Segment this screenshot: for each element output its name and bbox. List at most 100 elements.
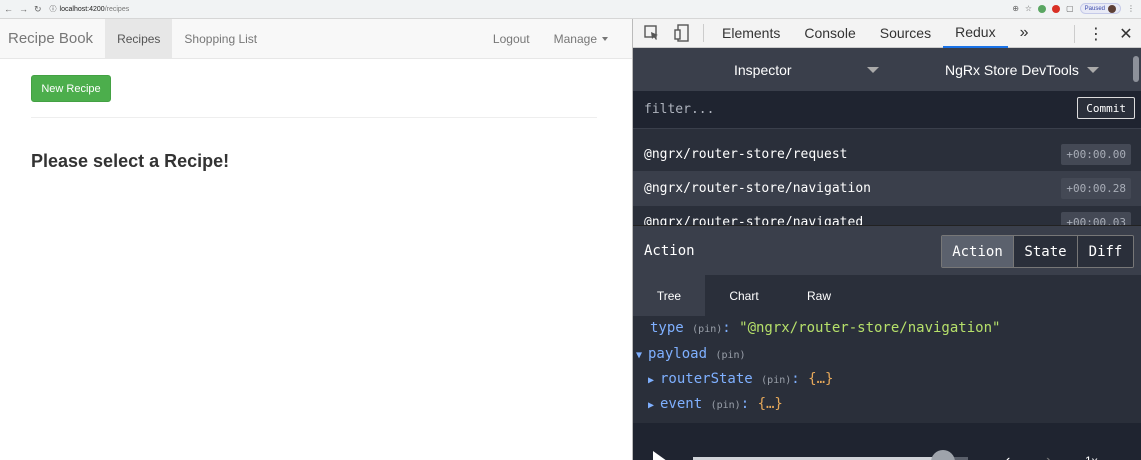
pin-label[interactable]: (pin): [761, 375, 791, 386]
collapsed-arrow-icon[interactable]: ▶: [648, 400, 660, 411]
browser-right-controls: ⊕ ☆ ▢ Paused ⋮: [1012, 3, 1135, 14]
tree-key: payload: [648, 346, 708, 362]
kebab-menu-icon[interactable]: ⋮: [1081, 24, 1111, 44]
divider: [31, 117, 597, 118]
extension-icon[interactable]: [1038, 4, 1047, 13]
tab-redux[interactable]: Redux: [943, 19, 1008, 48]
step-back-icon[interactable]: ‹: [1005, 452, 1010, 460]
colon: :: [791, 371, 800, 387]
browser-toolbar: ← → ↻ ⓘ localhost:4200/recipes ⊕ ☆ ▢ Pau…: [0, 0, 1141, 19]
view-tabs: Tree Chart Raw: [633, 275, 1141, 316]
more-tabs-icon[interactable]: »: [1008, 19, 1041, 48]
action-time-badge: +00:00.28: [1061, 178, 1131, 199]
filter-row: filter... Commit: [633, 91, 1141, 129]
url-host: localhost:4200: [59, 5, 105, 13]
tree-row-event[interactable]: ▶ event (pin): {…}: [648, 396, 783, 412]
detail-mode-switch: Action State Diff: [941, 235, 1134, 268]
expanded-arrow-icon[interactable]: ▼: [636, 350, 648, 361]
mode-state-button[interactable]: State: [1014, 236, 1078, 267]
mode-diff-button[interactable]: Diff: [1078, 236, 1133, 267]
caret-down-icon: [602, 36, 608, 41]
tree-value-object: {…}: [808, 371, 834, 387]
extension-placeholder-icon[interactable]: ▢: [1066, 4, 1074, 13]
tab-elements[interactable]: Elements: [710, 19, 792, 48]
devtools-panel: Elements Console Sources Redux » ⋮ ✕ Ins…: [632, 19, 1141, 460]
tree-key: routerState: [660, 371, 753, 387]
device-toolbar-icon[interactable]: [667, 24, 697, 42]
tab-console[interactable]: Console: [792, 19, 867, 48]
status-label: Paused: [1084, 5, 1105, 12]
inspect-element-icon[interactable]: [637, 25, 667, 41]
tree-row-payload[interactable]: ▼ payload (pin): [636, 346, 746, 362]
manage-label: Manage: [553, 31, 597, 46]
play-icon[interactable]: [653, 451, 667, 460]
scrollbar[interactable]: [1133, 56, 1139, 82]
action-item[interactable]: @ngrx/router-store/request +00:00.00: [633, 138, 1141, 172]
brand-link[interactable]: Recipe Book: [0, 19, 105, 58]
action-item-selected[interactable]: @ngrx/router-store/navigation +00:00.28: [633, 172, 1141, 206]
step-forward-icon[interactable]: ›: [1046, 452, 1051, 460]
action-name: @ngrx/router-store/request: [644, 147, 848, 162]
toolbar-separator: [1074, 24, 1075, 43]
action-list: @ngrx/router-store/request +00:00.00 @ng…: [633, 129, 1141, 225]
app-page: Recipe Book Recipes Shopping List Logout…: [0, 19, 632, 460]
speed-select-icon[interactable]: 1x: [1085, 454, 1098, 460]
slider-knob[interactable]: [931, 450, 956, 460]
forward-icon[interactable]: →: [19, 4, 28, 15]
tab-tree[interactable]: Tree: [633, 275, 705, 316]
action-time-badge: +00:00.03: [1061, 212, 1131, 225]
tab-sources[interactable]: Sources: [868, 19, 943, 48]
action-item[interactable]: @ngrx/router-store/navigated +00:00.03: [633, 206, 1141, 225]
opera-icon[interactable]: [1052, 4, 1061, 13]
navbar: Recipe Book Recipes Shopping List Logout…: [0, 19, 632, 59]
collapsed-arrow-icon[interactable]: ▶: [648, 375, 660, 386]
pin-label[interactable]: (pin): [711, 400, 741, 411]
inspector-select[interactable]: Inspector: [734, 62, 792, 78]
info-icon: ⓘ: [49, 6, 57, 13]
action-name: @ngrx/router-store/navigated: [644, 215, 864, 225]
action-tree: type (pin): "@ngrx/router-store/navigati…: [633, 317, 1141, 423]
tree-value-string: "@ngrx/router-store/navigation": [739, 320, 1001, 336]
tab-chart[interactable]: Chart: [705, 275, 783, 316]
tree-key: event: [660, 396, 703, 412]
nav-recipes[interactable]: Recipes: [105, 19, 173, 58]
pin-label[interactable]: (pin): [692, 324, 722, 335]
zoom-icon[interactable]: ⊕: [1012, 4, 1019, 13]
pin-label[interactable]: (pin): [715, 350, 745, 361]
star-icon[interactable]: ☆: [1025, 4, 1032, 13]
store-chevron-icon[interactable]: [1087, 67, 1099, 73]
toolbar-separator: [703, 24, 704, 42]
page-heading: Please select a Recipe!: [31, 151, 230, 171]
commit-button[interactable]: Commit: [1077, 97, 1135, 119]
browser-nav: ← → ↻: [0, 4, 42, 15]
inspector-chevron-icon[interactable]: [867, 67, 879, 73]
time-slider: ‹ › 1x: [633, 423, 1141, 460]
nav-shopping-list[interactable]: Shopping List: [172, 19, 269, 58]
tree-row-type[interactable]: type (pin): "@ngrx/router-store/navigati…: [650, 320, 1000, 336]
detail-title: Action: [644, 242, 695, 259]
colon: :: [722, 320, 731, 336]
back-icon[interactable]: ←: [4, 4, 13, 15]
reload-icon[interactable]: ↻: [34, 4, 42, 15]
action-detail-header: Action Action State Diff: [633, 225, 1141, 275]
avatar: [1108, 4, 1116, 13]
action-time-badge: +00:00.00: [1061, 144, 1131, 165]
tree-value-object: {…}: [757, 396, 783, 412]
mode-action-button[interactable]: Action: [942, 236, 1014, 267]
nav-manage-dropdown[interactable]: Manage: [542, 19, 632, 58]
action-name: @ngrx/router-store/navigation: [644, 181, 871, 196]
address-bar[interactable]: ⓘ localhost:4200/recipes: [50, 4, 130, 14]
close-icon[interactable]: ✕: [1111, 24, 1141, 44]
new-recipe-button[interactable]: New Recipe: [31, 75, 111, 102]
nav-logout[interactable]: Logout: [481, 19, 542, 58]
filter-input[interactable]: filter...: [644, 102, 714, 117]
url-path: /recipes: [104, 5, 130, 13]
devtools-right-controls: ⋮ ✕: [1068, 19, 1141, 48]
menu-icon[interactable]: ⋮: [1127, 4, 1135, 13]
redux-header: Inspector NgRx Store DevTools: [633, 48, 1141, 91]
store-select[interactable]: NgRx Store DevTools: [945, 62, 1079, 78]
profile-status-badge[interactable]: Paused: [1079, 3, 1121, 14]
devtools-tabbar: Elements Console Sources Redux » ⋮ ✕: [633, 19, 1141, 48]
tree-row-routerstate[interactable]: ▶ routerState (pin): {…}: [648, 371, 833, 387]
tab-raw[interactable]: Raw: [783, 275, 855, 316]
